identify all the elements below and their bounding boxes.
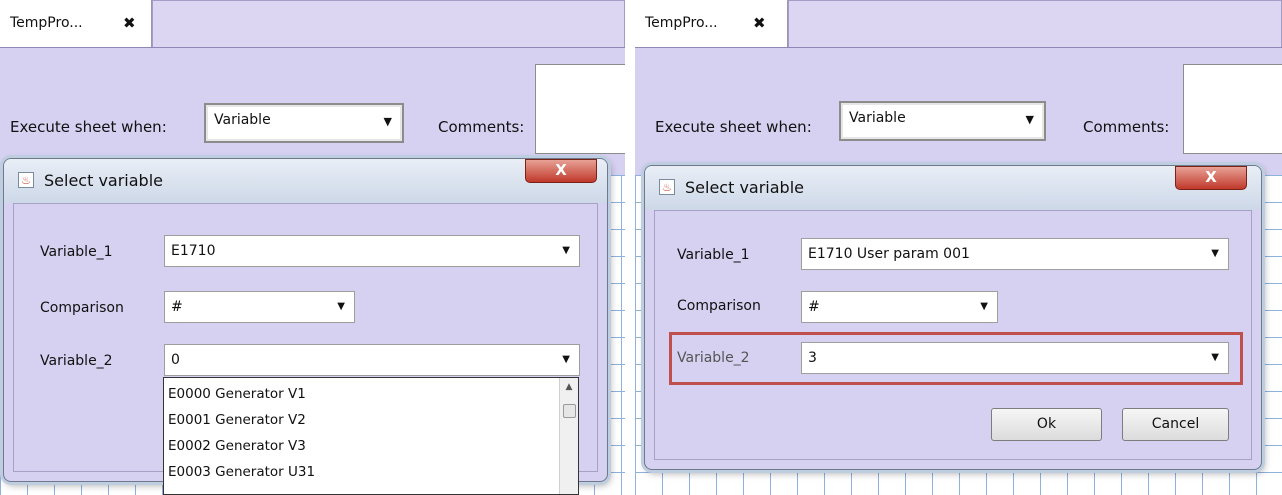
chevron-down-icon: ▼ [1211,248,1219,259]
select-variable-dialog: ♨ Select variable X Variable_1 E1710 Use… [644,165,1262,470]
dialog-title: Select variable [44,171,163,190]
chevron-down-icon: ▼ [1025,113,1034,126]
variable-2-value: 3 [808,350,817,366]
variable-2-label: Variable_2 [677,350,750,366]
close-icon[interactable]: X [1175,166,1247,190]
tab-temppro[interactable]: TempPro... ✖ [0,0,152,47]
execute-sheet-label: Execute sheet when: [655,118,812,136]
chevron-down-icon: ▼ [383,115,392,128]
scroll-thumb[interactable] [563,404,576,418]
chevron-down-icon: ▼ [562,354,570,365]
variable-1-label: Variable_1 [40,244,113,260]
variable-2-combo[interactable]: 0 ▼ [164,344,580,376]
comparison-label: Comparison [677,298,761,314]
variable-1-label: Variable_1 [677,247,750,263]
list-item[interactable]: E0002 Generator V3 [168,438,306,454]
dialog-body: Variable_1 E1710 User param 001 ▼ Compar… [654,210,1252,460]
list-item[interactable]: E0000 Generator V1 [168,386,306,402]
variable-2-combo[interactable]: 3 ▼ [801,342,1229,374]
tab-strip: TempPro... ✖ [635,0,1282,47]
dialog-titlebar[interactable]: ♨ Select variable X [645,166,1261,210]
dialog-titlebar[interactable]: ♨ Select variable X [4,159,607,203]
tab-strip-empty [152,0,625,47]
chevron-down-icon: ▼ [337,301,345,312]
comments-label: Comments: [1083,118,1170,136]
execute-sheet-select[interactable]: Variable ▼ [839,101,1046,141]
chevron-down-icon: ▼ [1211,352,1219,363]
comparison-value: # [171,299,183,315]
variable-2-label: Variable_2 [40,353,113,369]
comments-label: Comments: [438,118,525,136]
dialog-title: Select variable [685,178,804,197]
variable-1-combo[interactable]: E1710 User param 001 ▼ [801,238,1229,270]
comparison-label: Comparison [40,300,124,316]
dropdown-scrollbar[interactable]: ▲ [559,378,578,494]
close-icon[interactable]: X [525,159,597,183]
ok-button[interactable]: Ok [991,408,1102,441]
list-item[interactable]: E0003 Generator U31 [168,464,315,480]
tab-close-icon[interactable]: ✖ [123,14,136,32]
scroll-up-icon[interactable]: ▲ [560,382,578,392]
comparison-value: # [808,299,820,315]
chevron-down-icon: ▼ [562,245,570,256]
variable-1-value: E1710 User param 001 [808,246,970,262]
variable-2-value: 0 [171,352,180,368]
tab-close-icon[interactable]: ✖ [753,14,766,32]
tab-temppro[interactable]: TempPro... ✖ [635,0,788,47]
tab-strip: TempPro... ✖ [0,0,625,47]
right-window: TempPro... ✖ Execute sheet when: Variabl… [635,0,1282,495]
tab-label: TempPro... [645,15,718,31]
execute-sheet-value: Variable [214,112,271,128]
java-icon: ♨ [18,172,34,188]
comparison-combo[interactable]: # ▼ [801,291,998,323]
left-window: TempPro... ✖ Execute sheet when: Variabl… [0,0,625,495]
variable-1-combo[interactable]: E1710 ▼ [164,235,580,267]
comparison-combo[interactable]: # ▼ [164,291,355,323]
variable-1-value: E1710 [171,243,216,259]
tab-strip-empty [788,0,1282,47]
variable-2-dropdown-list[interactable]: E0000 Generator V1 E0001 Generator V2 E0… [163,377,579,495]
execute-sheet-select[interactable]: Variable ▼ [204,103,404,143]
cancel-button[interactable]: Cancel [1122,408,1229,441]
java-icon: ♨ [659,179,675,195]
comments-textarea[interactable] [535,64,625,154]
list-item[interactable]: E0001 Generator V2 [168,412,306,428]
comments-textarea[interactable] [1183,64,1282,154]
execute-sheet-label: Execute sheet when: [10,118,167,136]
tab-label: TempPro... [10,15,83,31]
chevron-down-icon: ▼ [980,301,988,312]
execute-sheet-value: Variable [849,110,906,126]
